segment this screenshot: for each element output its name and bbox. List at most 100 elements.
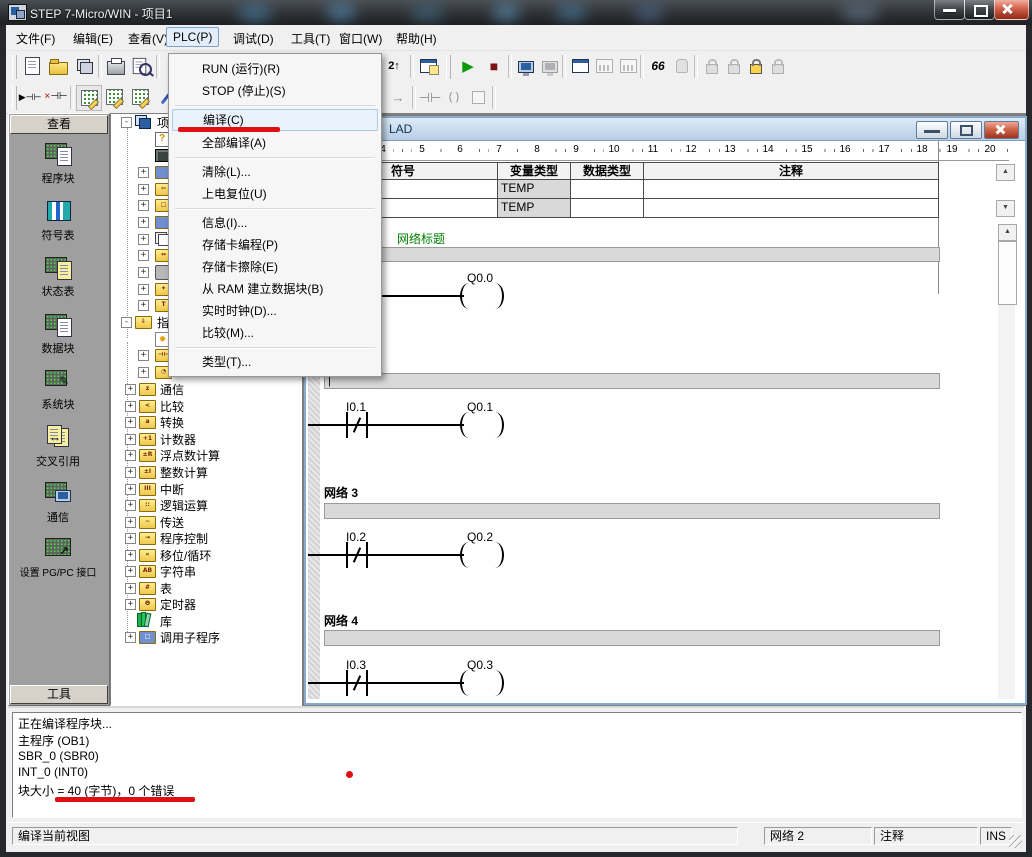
- menu-item-erase-memory-card[interactable]: 存储卡擦除(E): [172, 256, 378, 278]
- network4-coil-label[interactable]: Q0.3: [448, 658, 512, 672]
- lock-up-button[interactable]: [766, 54, 790, 78]
- expand-icon[interactable]: +: [138, 200, 149, 211]
- lad-close-button[interactable]: [984, 121, 1019, 139]
- menu-window[interactable]: 窗口(W): [333, 28, 388, 49]
- table-scroll-up[interactable]: ▲: [996, 164, 1015, 181]
- menu-item-program-memory-card[interactable]: 存储卡编程(P): [172, 234, 378, 256]
- contact-bar[interactable]: [366, 670, 368, 696]
- contact-bar[interactable]: [346, 670, 348, 696]
- close-button[interactable]: [994, 0, 1029, 20]
- coil-right-arc[interactable]: [486, 283, 504, 309]
- menu-item-create-db-from-ram[interactable]: 从 RAM 建立数据块(B): [172, 278, 378, 300]
- var-type-cell[interactable]: TEMP: [497, 179, 571, 199]
- program-status-button[interactable]: 66: [646, 54, 670, 78]
- column-header-var-type[interactable]: 变量类型: [497, 162, 571, 180]
- expand-icon[interactable]: +: [125, 500, 136, 511]
- network3-comment[interactable]: [324, 503, 940, 519]
- coil-left-arc[interactable]: [460, 670, 478, 696]
- expand-icon[interactable]: +: [125, 484, 136, 495]
- expand-icon[interactable]: +: [138, 300, 149, 311]
- expand-icon[interactable]: +: [138, 217, 149, 228]
- expand-icon[interactable]: +: [125, 583, 136, 594]
- comment-cell[interactable]: [643, 179, 939, 199]
- expand-icon[interactable]: +: [125, 450, 136, 461]
- expand-icon[interactable]: +: [125, 517, 136, 528]
- view-lad-button[interactable]: [76, 85, 102, 111]
- status-table-icon[interactable]: [45, 255, 73, 281]
- menu-item-stop[interactable]: STOP (停止)(S): [172, 80, 378, 102]
- sidebar-item-cross-reference[interactable]: 交叉引用: [9, 453, 107, 469]
- data-type-cell[interactable]: [570, 198, 644, 218]
- network2-comment[interactable]: |: [324, 373, 940, 389]
- network1-comment[interactable]: 网络注释: [324, 247, 940, 262]
- contact-bar[interactable]: [366, 412, 368, 438]
- expand-icon[interactable]: +: [125, 632, 136, 643]
- menu-debug[interactable]: 调试(D): [227, 28, 280, 49]
- expand-icon[interactable]: +: [125, 401, 136, 412]
- menu-item-compile-all[interactable]: 全部编译(A): [172, 132, 378, 154]
- toolbar-grip[interactable]: [446, 55, 451, 79]
- coil-left-arc[interactable]: [460, 283, 478, 309]
- menu-item-type[interactable]: 类型(T)...: [172, 351, 378, 373]
- expand-icon[interactable]: +: [125, 417, 136, 428]
- program-block-icon[interactable]: [45, 141, 73, 167]
- bookmark-lock-button[interactable]: [700, 54, 724, 78]
- sort-button[interactable]: 2↑: [382, 54, 406, 78]
- expand-icon[interactable]: +: [138, 284, 149, 295]
- pause-status-button[interactable]: [670, 54, 694, 78]
- print-button[interactable]: [104, 54, 128, 78]
- network4-comment[interactable]: [324, 630, 940, 646]
- coil-right-arc[interactable]: [486, 670, 504, 696]
- insert-coil-button[interactable]: ( ): [442, 85, 466, 109]
- line-right-button[interactable]: →: [386, 85, 410, 109]
- table-scroll-down[interactable]: ▼: [996, 200, 1015, 217]
- menu-edit[interactable]: 编辑(E): [67, 28, 119, 49]
- network4-contact-label[interactable]: I0.3: [324, 658, 388, 672]
- data-type-cell[interactable]: [570, 179, 644, 199]
- view-fbd-button[interactable]: [128, 85, 152, 109]
- bookmark-unlock-button[interactable]: [722, 54, 746, 78]
- network3-contact-label[interactable]: I0.2: [324, 530, 388, 544]
- bookmark-clear-button[interactable]: ×⊣⊢: [44, 85, 68, 109]
- password-lock-button[interactable]: [744, 54, 768, 78]
- sidebar-item-set-pg-pc[interactable]: 设置 PG/PC 接口: [9, 564, 107, 579]
- expand-icon[interactable]: +: [138, 267, 149, 278]
- menu-item-compare[interactable]: 比较(M)...: [172, 322, 378, 344]
- save-all-button[interactable]: [72, 54, 96, 78]
- expand-icon[interactable]: +: [125, 566, 136, 577]
- coil-left-arc[interactable]: [460, 542, 478, 568]
- menu-plc[interactable]: PLC(P): [166, 27, 219, 47]
- contact-bar[interactable]: [366, 542, 368, 568]
- network2-contact-label[interactable]: I0.1: [324, 400, 388, 414]
- expand-icon[interactable]: +: [138, 350, 149, 361]
- contact-bar[interactable]: [346, 542, 348, 568]
- new-file-button[interactable]: [20, 54, 44, 78]
- upload-from-plc-button[interactable]: [538, 54, 562, 78]
- bookmark-next-button[interactable]: ▶⊣⊢: [18, 85, 42, 109]
- expand-icon[interactable]: +: [138, 367, 149, 378]
- expand-icon[interactable]: +: [125, 434, 136, 445]
- resize-grip[interactable]: [1009, 835, 1022, 848]
- sidebar-item-status-table[interactable]: 状态表: [9, 283, 107, 299]
- set-pg-pc-icon[interactable]: ↗: [45, 536, 73, 562]
- contact-bar[interactable]: [346, 412, 348, 438]
- expand-icon[interactable]: +: [125, 550, 136, 561]
- open-folder-button[interactable]: [46, 54, 70, 78]
- stop-mode-button[interactable]: ■: [482, 54, 506, 78]
- cascade-windows-button[interactable]: [416, 54, 440, 78]
- status-table-button[interactable]: [616, 54, 640, 78]
- trend-chart-button[interactable]: [592, 54, 616, 78]
- compile-output[interactable]: 正在编译程序块... 主程序 (OB1) SBR_0 (SBR0) INT_0 …: [12, 712, 1022, 818]
- network1-coil-label[interactable]: Q0.0: [448, 271, 512, 285]
- expand-icon[interactable]: +: [125, 599, 136, 610]
- coil-right-arc[interactable]: [486, 542, 504, 568]
- download-to-plc-button[interactable]: [514, 54, 538, 78]
- system-block-icon[interactable]: ✎: [45, 368, 73, 394]
- communications-icon[interactable]: [45, 480, 73, 506]
- run-mode-button[interactable]: ▶: [456, 54, 480, 78]
- menu-item-clear[interactable]: 清除(L)...: [172, 161, 378, 183]
- menu-item-information[interactable]: 信息(I)...: [172, 212, 378, 234]
- menu-item-run[interactable]: RUN (运行)(R): [172, 58, 378, 80]
- network1-title[interactable]: 网络标题: [397, 230, 445, 247]
- menu-item-real-time-clock[interactable]: 实时时钟(D)...: [172, 300, 378, 322]
